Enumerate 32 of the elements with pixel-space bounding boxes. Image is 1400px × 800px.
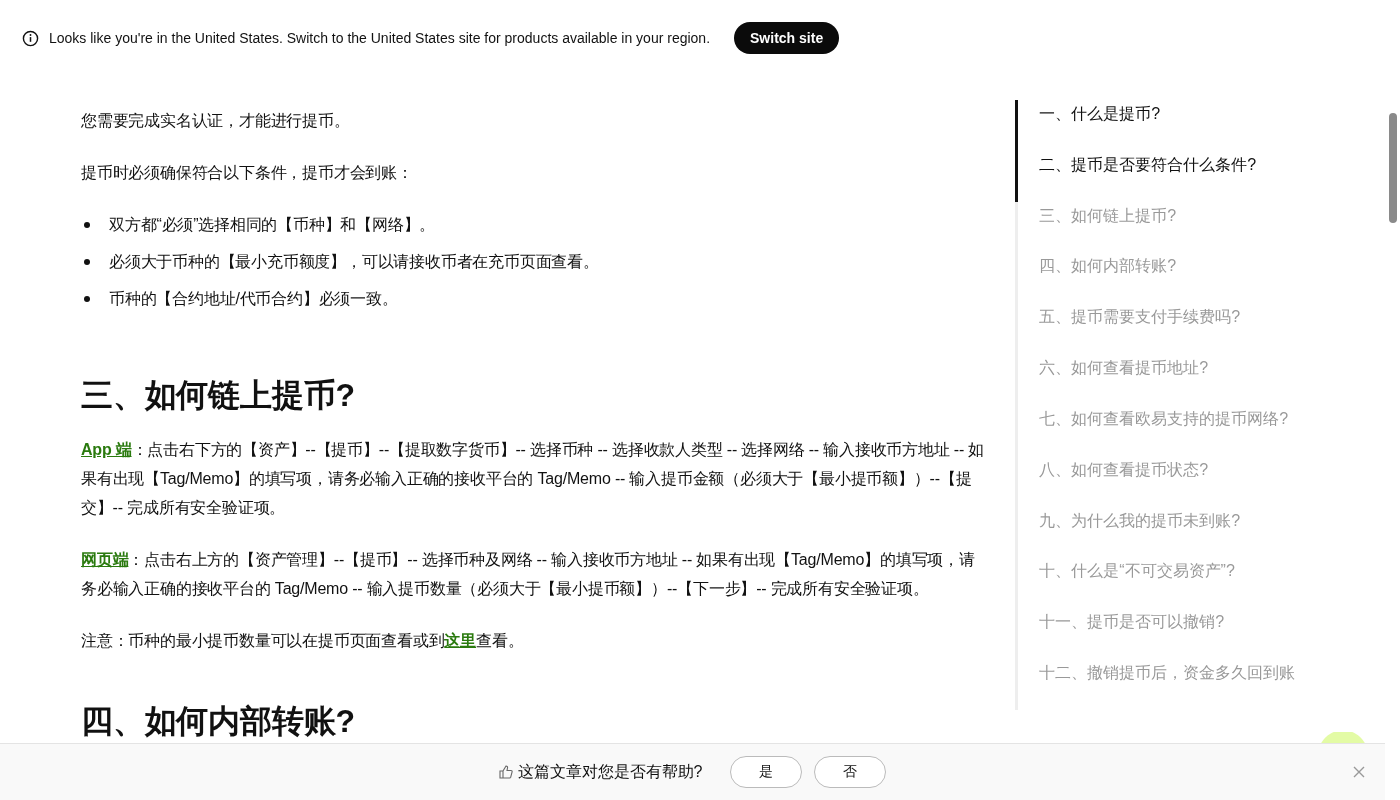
section-heading: 四、如何内部转账? bbox=[81, 703, 356, 739]
toc-link[interactable]: 五、提币需要支付手续费吗? bbox=[1015, 303, 1385, 355]
region-message: Looks like you're in the United States. Switch to the United States site for products available in your region. bbox=[49, 28, 711, 48]
close-icon[interactable] bbox=[1353, 766, 1365, 778]
section-heading: 三、如何链上提币? bbox=[81, 377, 356, 413]
toc-link[interactable]: 十一、提币是否可以撤销? bbox=[1015, 608, 1385, 660]
paragraph: 注意：币种的最小提币数量可以在提币页面查看或到这里查看。 bbox=[81, 631, 525, 651]
toc-link[interactable]: 四、如何内部转账? bbox=[1015, 252, 1385, 304]
switch-site-button[interactable]: Switch site bbox=[734, 22, 840, 54]
toc-link[interactable]: 十二、撤销提币后，资金多久回到账 bbox=[1015, 659, 1385, 710]
toc-link[interactable]: 一、什么是提币? bbox=[1015, 100, 1385, 151]
list-item-text: 双方都“必须”选择相同的【币种】和【网络】。 bbox=[109, 215, 436, 235]
thumbs-up-icon bbox=[498, 764, 513, 779]
toc-link[interactable]: 七、如何查看欧易支持的提币网络? bbox=[1015, 404, 1385, 456]
paragraph: 网页端：点击右上方的【资产管理】--【提币】-- 选择币种及网络 -- 输入接收币方地址 -- 如果有出现【Tag/Memo】的填写项，请务必输入正确的接收平台的 Tag/Memo -- 输入提币数量（必须大于【最小提币额】）--【下一步】-- 完成所有安全验证项。 bbox=[81, 550, 976, 599]
toc-link[interactable]: 九、为什么我的提币未到账? bbox=[1015, 506, 1385, 558]
list-item-text: 必须大于币种的【最小充币额度】，可以请接收币者在充币页面查看。 bbox=[109, 252, 599, 272]
text-link[interactable]: App 端 bbox=[81, 441, 132, 458]
paragraph: 您需要完成实名认证，才能进行提币。 bbox=[81, 111, 351, 131]
list-item-text: 币种的【合约地址/代币合约】必须一致。 bbox=[109, 289, 398, 309]
text-link[interactable]: 网页端 bbox=[81, 551, 129, 568]
toc-link[interactable]: 六、如何查看提币地址? bbox=[1015, 354, 1385, 405]
toc-link[interactable]: 十、什么是“不可交易资产”? bbox=[1015, 557, 1385, 609]
info-icon bbox=[22, 29, 39, 47]
paragraph: 提币时必须确保符合以下条件，提币才会到账： bbox=[81, 163, 414, 183]
toc-link[interactable]: 八、如何查看提币状态? bbox=[1015, 455, 1385, 507]
text-link[interactable]: 这里 bbox=[444, 632, 476, 649]
toc-link[interactable]: 二、提币是否要符合什么条件? bbox=[1015, 150, 1385, 202]
scrollbar-thumb[interactable] bbox=[1389, 113, 1397, 223]
feedback-question: 这篇文章对您是否有帮助? bbox=[517, 761, 703, 782]
toc-link[interactable]: 三、如何链上提币? bbox=[1015, 201, 1385, 253]
paragraph: App 端：点击右下方的【资产】--【提币】--【提取数字货币】-- 选择币种 -- 选择收款人类型 -- 选择网络 -- 输入接收币方地址 -- 如果有出现【Tag/Memo】的填写项，请务必输入正确的接收平台的 Tag/Memo -- 输入提币金额（必须大于【最小提币额】）--【提交】-- 完成所有安全验证项。 bbox=[81, 440, 986, 518]
